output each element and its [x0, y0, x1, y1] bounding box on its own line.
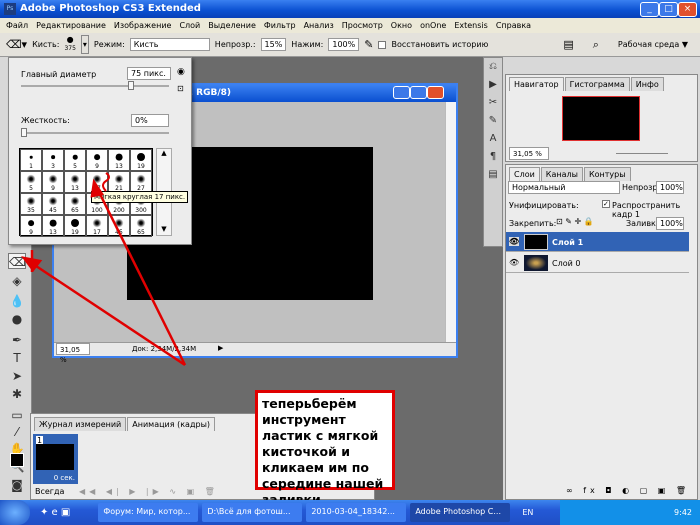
annotation-arrows	[21, 172, 187, 367]
arrow-to-eraser	[29, 260, 186, 367]
brush-mark	[102, 172, 110, 192]
arrow-to-brush	[95, 187, 187, 366]
arrow-head	[90, 178, 105, 198]
